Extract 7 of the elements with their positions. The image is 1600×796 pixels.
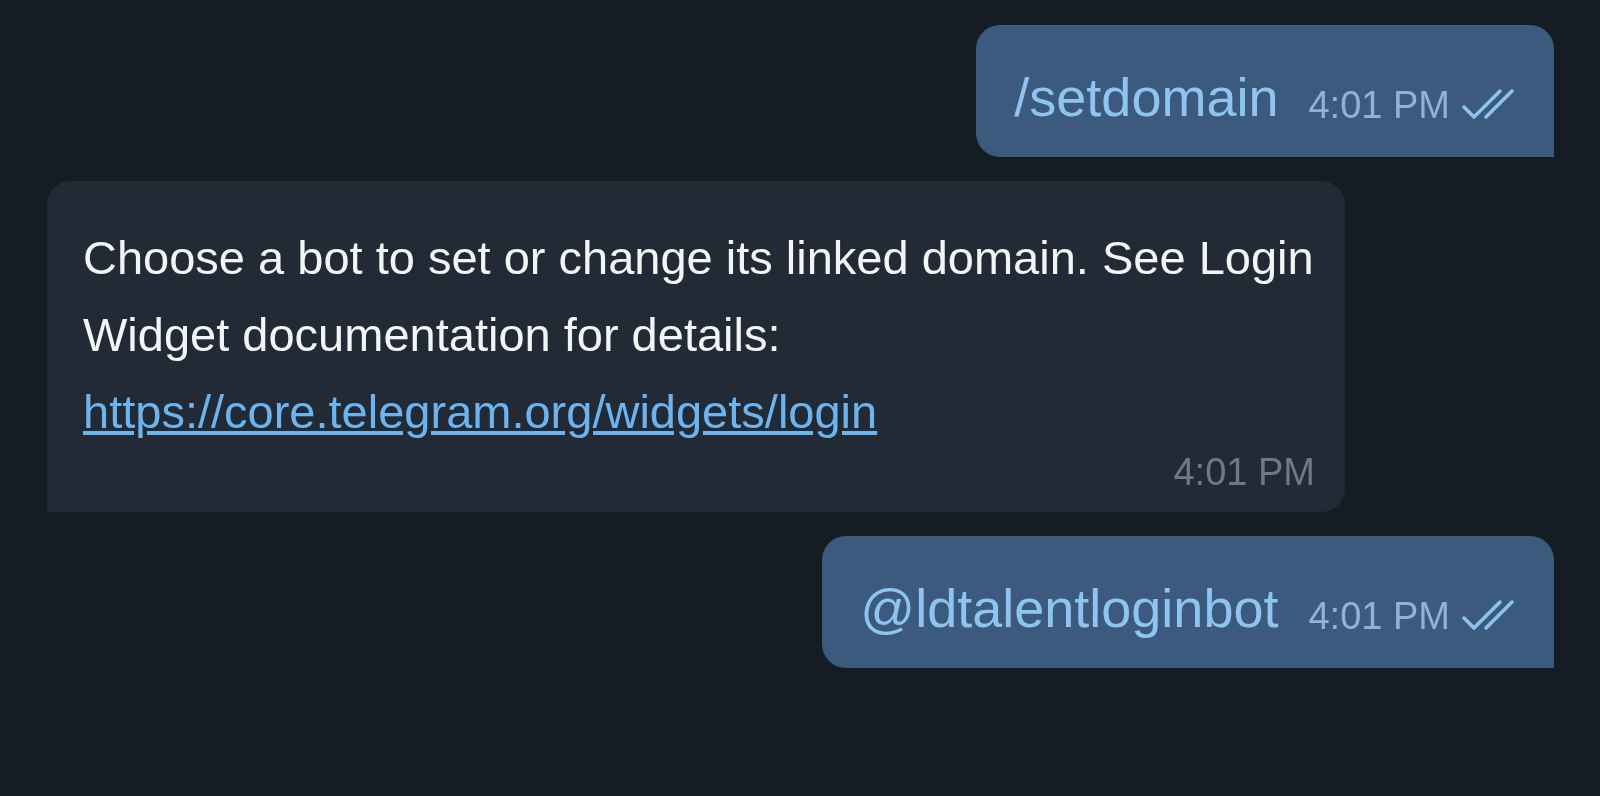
message-time: 4:01 PM bbox=[1308, 83, 1450, 127]
message-time: 4:01 PM bbox=[1308, 594, 1450, 638]
message-text: @ldtalentloginbot bbox=[860, 577, 1279, 640]
message-text: Choose a bot to set or change its linked domain. See Login Widget documentation for details: bbox=[83, 230, 1315, 363]
message-text: /setdomain bbox=[1014, 66, 1279, 129]
documentation-link[interactable]: https://core.telegram.org/widgets/login bbox=[83, 373, 878, 450]
message-time: 4:01 PM bbox=[1173, 450, 1315, 494]
